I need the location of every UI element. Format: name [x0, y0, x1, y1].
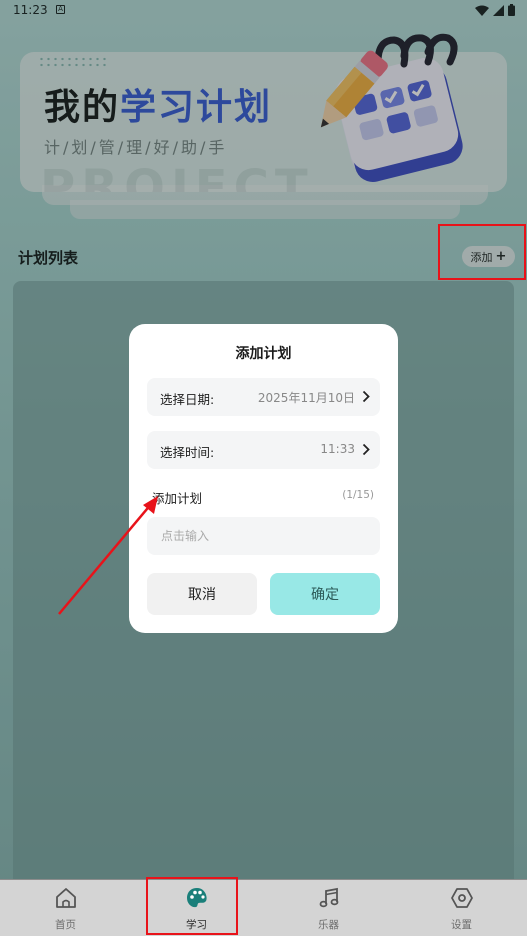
annotation-arrow-icon — [58, 496, 158, 615]
app-screen: 11:23 A PROJECT 我的学习计划 计/划/管/理/好/助/手 计划列… — [0, 0, 527, 936]
